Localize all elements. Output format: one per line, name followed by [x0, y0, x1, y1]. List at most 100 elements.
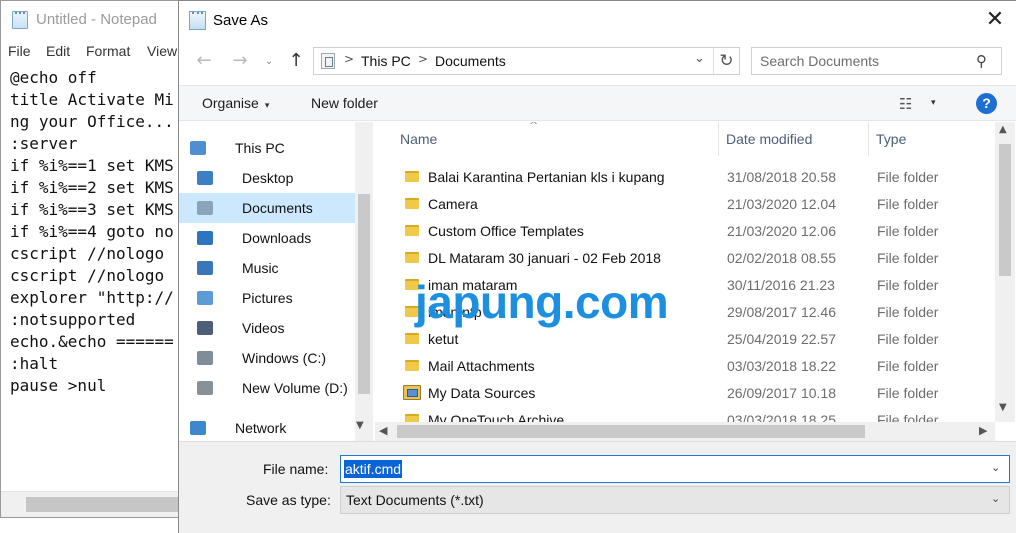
notepad-text-line: :server [10, 134, 78, 153]
view-options-icon[interactable]: ☷ [899, 95, 912, 113]
file-list-horizontal-scrollbar[interactable]: ◀ ▶ [375, 422, 995, 441]
scroll-thumb[interactable] [358, 194, 370, 394]
column-header-date-modified[interactable]: Date modified [719, 122, 869, 156]
menu-edit[interactable]: Edit [46, 43, 70, 59]
address-bar[interactable]: > This PC > Documents ⌄ [313, 47, 740, 75]
file-name-value[interactable]: aktif.cmd [344, 460, 403, 478]
file-type: File folder [877, 358, 939, 374]
breadcrumb-separator[interactable]: > [418, 52, 428, 66]
folder-icon [405, 171, 419, 182]
nav-item-this-pc[interactable]: This PC [179, 133, 355, 163]
scroll-thumb[interactable] [999, 144, 1011, 276]
nav-item-network[interactable]: Network [179, 413, 355, 441]
file-date-modified: 25/04/2019 22.57 [727, 331, 836, 347]
scroll-right-icon[interactable]: ▶ [979, 424, 987, 437]
notepad-text-line: if %i%==1 set KMS [10, 156, 174, 175]
nav-item-label: This PC [235, 140, 285, 156]
notepad-text-line: :halt [10, 354, 59, 373]
sort-ascending-icon: ^ [529, 122, 539, 132]
breadcrumb-this-pc[interactable]: This PC [361, 53, 411, 69]
notepad-text-line: cscript //nologo [10, 244, 165, 263]
file-row[interactable]: Mail Attachments 03/03/2018 18.22 File fol… [375, 353, 995, 380]
chevron-down-icon[interactable]: ⌄ [991, 492, 1000, 505]
desktop-icon [197, 171, 213, 185]
navigation-pane-scrollbar[interactable]: ▼ [355, 122, 373, 441]
column-header-name[interactable]: Name [375, 122, 719, 156]
file-name: Camera [428, 196, 478, 212]
notepad-text-line: if %i%==3 set KMS [10, 200, 174, 219]
scroll-thumb[interactable] [397, 425, 865, 438]
file-row[interactable]: My Data Sources 26/09/2017 10.18 File fold… [375, 380, 995, 407]
network-icon [190, 421, 206, 435]
nav-item-music[interactable]: Music [179, 253, 355, 283]
file-date-modified: 31/08/2018 20.58 [727, 169, 836, 185]
search-icon[interactable]: ⚲ [976, 52, 987, 70]
nav-item-new-volume-d[interactable]: New Volume (D:) [179, 373, 355, 403]
save-options-panel: File name: aktif.cmd ⌄ Save as type: Tex… [179, 441, 1016, 533]
file-row[interactable]: Camera 21/03/2020 12.04 File folder [375, 191, 995, 218]
file-date-modified: 02/02/2018 08.55 [727, 250, 836, 266]
save-as-type-value: Text Documents (*.txt) [346, 492, 484, 508]
search-box[interactable]: ⚲ [751, 47, 1002, 75]
nav-item-label: Music [242, 260, 279, 276]
save-as-type-select[interactable]: Text Documents (*.txt) ⌄ [340, 486, 1010, 514]
scroll-left-icon[interactable]: ◀ [379, 424, 387, 437]
notepad-text-area[interactable]: @echo off title Activate Mi ng your Office… [10, 67, 200, 487]
nav-item-downloads[interactable]: Downloads [179, 223, 355, 253]
breadcrumb-documents[interactable]: Documents [435, 53, 506, 69]
file-date-modified: 03/03/2018 18.22 [727, 358, 836, 374]
new-folder-button[interactable]: New folder [311, 95, 378, 111]
close-button[interactable]: ✕ [979, 7, 1011, 35]
downloads-icon [197, 231, 213, 245]
chevron-down-icon[interactable]: ⌄ [991, 461, 1000, 474]
notepad-text-line: title Activate Mi [10, 90, 174, 109]
nav-item-pictures[interactable]: Pictures [179, 283, 355, 313]
file-name: Balai Karantina Pertanian kls i kupang [428, 169, 665, 185]
up-button[interactable]: ↑ [285, 50, 307, 74]
pictures-icon [197, 291, 213, 305]
nav-item-label: Videos [242, 320, 285, 336]
notepad-title: Untitled - Notepad [36, 11, 157, 28]
file-row[interactable]: DL Mataram 30 januari - 02 Feb 2018 02/02… [375, 245, 995, 272]
scroll-thumb[interactable] [26, 497, 196, 512]
folder-icon [405, 198, 419, 209]
nav-item-videos[interactable]: Videos [179, 313, 355, 343]
scroll-down-icon[interactable]: ▼ [356, 420, 364, 431]
help-button[interactable]: ? [976, 93, 997, 114]
nav-item-windows-c[interactable]: Windows (C:) [179, 343, 355, 373]
refresh-button[interactable]: ↻ [713, 48, 739, 74]
documents-location-icon [321, 53, 335, 69]
notepad-text-line: pause >nul [10, 376, 107, 395]
menu-format[interactable]: Format [86, 43, 130, 59]
notepad-text-line: echo.&echo ====== [10, 332, 174, 351]
scroll-down-icon[interactable]: ▼ [999, 402, 1007, 413]
notepad-window: Untitled - Notepad File Edit Format View… [0, 0, 201, 518]
column-label: Type [876, 131, 907, 147]
notepad-text-line: ng your Office... [10, 112, 174, 131]
scroll-up-icon[interactable]: ▲ [999, 124, 1007, 135]
nav-item-documents[interactable]: Documents [179, 193, 355, 223]
file-list-vertical-scrollbar[interactable]: ▲ ▼ [995, 122, 1015, 422]
nav-item-desktop[interactable]: Desktop [179, 163, 355, 193]
menu-file[interactable]: File [8, 43, 31, 59]
forward-button[interactable]: → [229, 50, 251, 74]
file-type: File folder [877, 331, 939, 347]
notepad-horizontal-scrollbar[interactable] [1, 491, 201, 517]
file-name-input[interactable]: aktif.cmd ⌄ [340, 455, 1010, 483]
column-header-type[interactable]: Type [869, 122, 995, 156]
menu-view[interactable]: View [147, 43, 177, 59]
file-row[interactable]: Custom Office Templates 21/03/2020 12.06 F… [375, 218, 995, 245]
organise-button[interactable]: Organise ▾ [202, 95, 269, 111]
file-row[interactable]: ketut 25/04/2019 22.57 File folder [375, 326, 995, 353]
breadcrumb-separator[interactable]: > [344, 52, 354, 66]
recent-locations-dropdown[interactable]: ⌄ [263, 50, 275, 74]
folder-icon [405, 360, 419, 371]
data-sources-icon [403, 385, 421, 400]
chevron-down-icon[interactable]: ⌄ [694, 51, 705, 66]
caret-down-icon[interactable]: ▾ [931, 97, 936, 108]
search-input[interactable] [760, 52, 970, 70]
file-row[interactable]: Balai Karantina Pertanian kls i kupang 31… [375, 164, 995, 191]
file-name: Custom Office Templates [428, 223, 584, 239]
file-list-header: Name Date modified Type ^ [375, 122, 995, 156]
back-button[interactable]: ← [193, 50, 215, 74]
